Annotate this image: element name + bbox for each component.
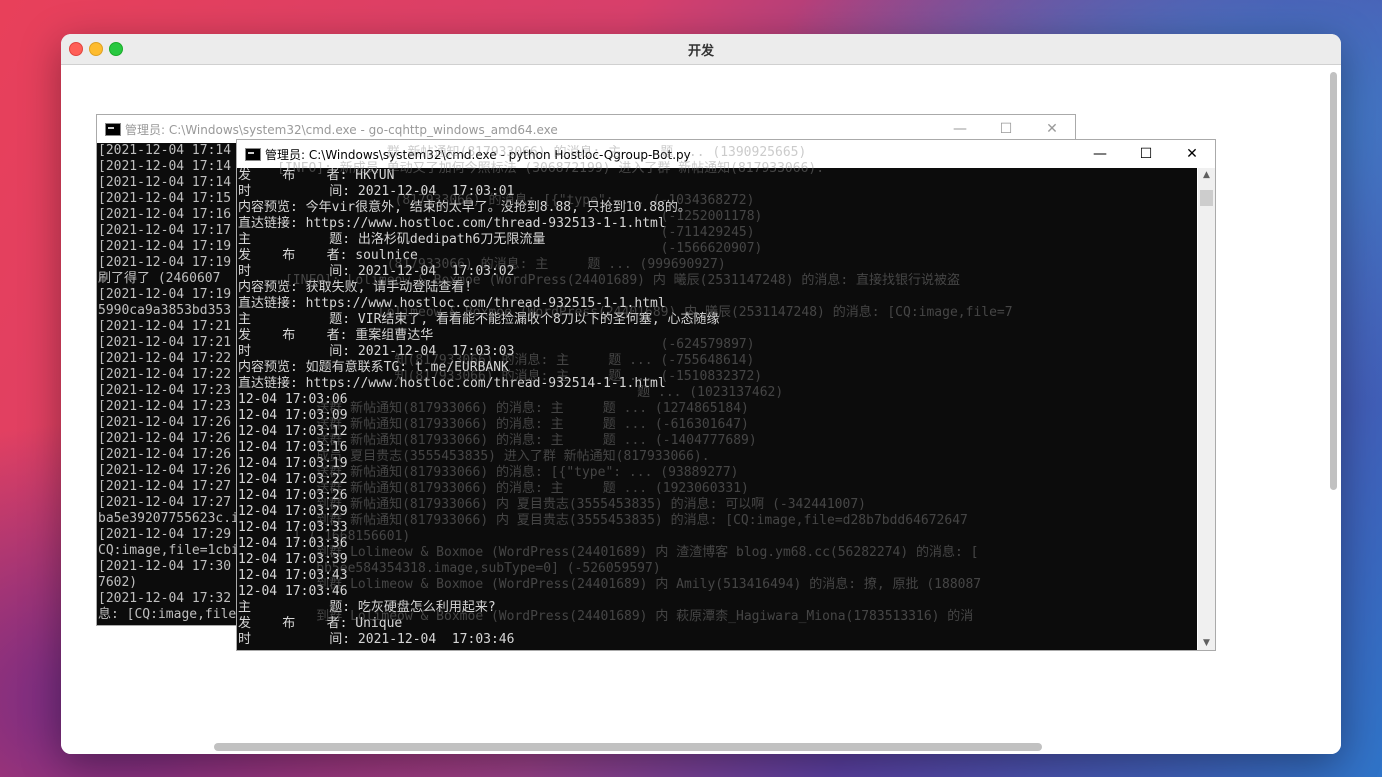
minimize-icon[interactable]: — bbox=[1077, 142, 1123, 166]
cmd-window-title: 管理员: C:\Windows\system32\cmd.exe - pytho… bbox=[265, 148, 691, 162]
mac-titlebar: 开发 bbox=[61, 34, 1341, 65]
cmd-icon bbox=[245, 148, 261, 161]
cmd-icon bbox=[105, 123, 121, 136]
terminal-text: 发 布 者: HKYUN 时 间: 2021-12-04 17:03:01 内容… bbox=[238, 168, 720, 647]
maximize-icon[interactable]: ☐ bbox=[983, 117, 1029, 141]
close-icon[interactable]: ✕ bbox=[1169, 142, 1215, 166]
minimize-icon[interactable]: — bbox=[937, 117, 983, 141]
terminal-scrollbar[interactable]: ▲ ▼ bbox=[1198, 168, 1215, 650]
horizontal-scrollbar[interactable] bbox=[214, 743, 1042, 751]
cmd-window-python-bot[interactable]: 管理员: C:\Windows\system32\cmd.exe - pytho… bbox=[236, 139, 1216, 651]
cmd-window-title: 管理员: C:\Windows\system32\cmd.exe - go-cq… bbox=[125, 123, 558, 137]
scroll-thumb[interactable] bbox=[1200, 190, 1213, 206]
close-icon[interactable]: ✕ bbox=[1029, 117, 1075, 141]
vertical-scrollbar[interactable] bbox=[1330, 72, 1337, 490]
terminal-output[interactable]: 发 布 者: HKYUN 时 间: 2021-12-04 17:03:01 内容… bbox=[237, 168, 1197, 650]
scroll-up-icon[interactable]: ▲ bbox=[1198, 170, 1215, 180]
window-title: 开发 bbox=[687, 44, 714, 59]
scroll-down-icon[interactable]: ▼ bbox=[1198, 638, 1215, 648]
cmd-titlebar[interactable]: 管理员: C:\Windows\system32\cmd.exe - pytho… bbox=[237, 140, 1215, 168]
maximize-icon[interactable]: ☐ bbox=[1123, 142, 1169, 166]
